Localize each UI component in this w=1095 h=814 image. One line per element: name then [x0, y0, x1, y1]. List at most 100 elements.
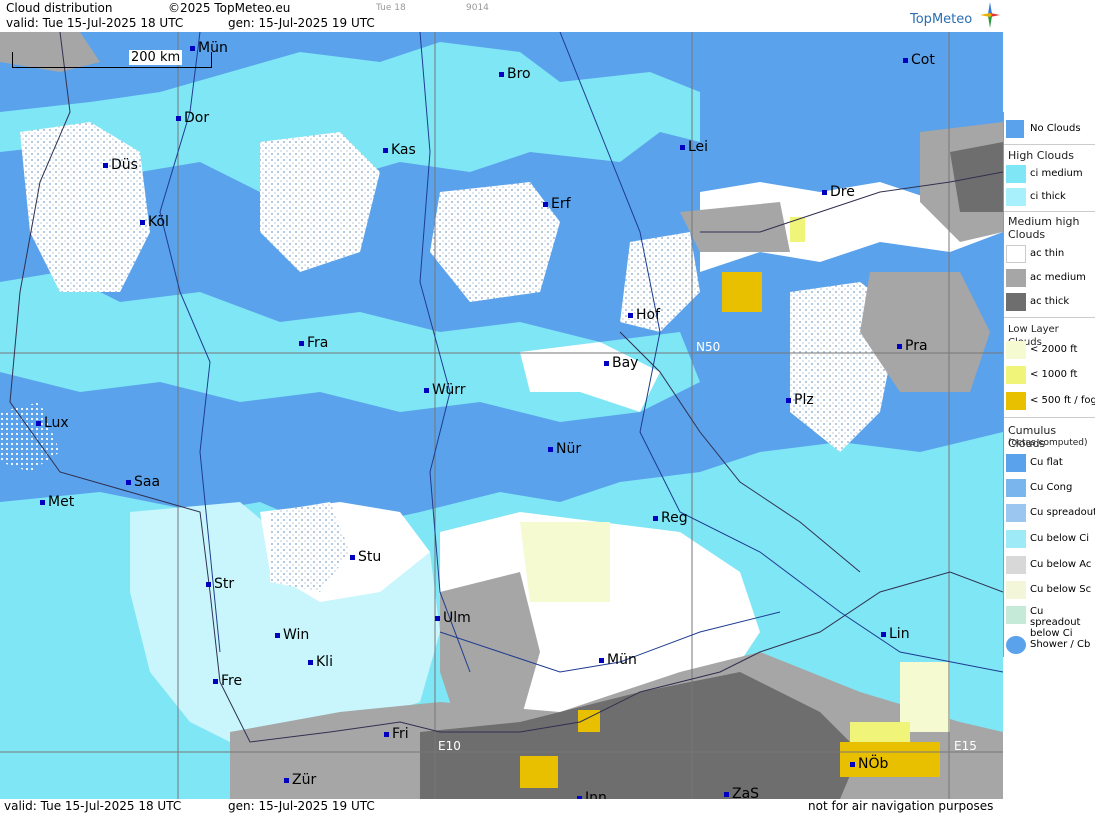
city-marker-icon: [176, 115, 181, 121]
navigation-disclaimer: not for air navigation purposes: [808, 799, 994, 813]
city-name: Plz: [794, 392, 814, 408]
city-marker-icon: [822, 189, 827, 195]
scale-bar: 200 km: [12, 50, 212, 68]
city-name: Dor: [184, 110, 210, 126]
city-label: Bro: [499, 66, 531, 82]
valid-time: valid: Tue 15-Jul-2025 18 UTC: [6, 16, 184, 30]
city-name: Hof: [636, 307, 661, 323]
city-marker-icon: [140, 219, 145, 225]
city-label: Würr: [424, 382, 465, 398]
city-name: Düs: [111, 157, 138, 173]
grid-label-n50: N50: [696, 340, 721, 354]
city-name: Lin: [889, 626, 910, 642]
city-name: ZaS: [732, 786, 760, 799]
cloud-layer: [0, 32, 1003, 799]
city-label: Lux: [36, 415, 69, 431]
legend-swatch-cu-cong: [1006, 479, 1026, 497]
legend-label-ac-thin: ac thin: [1030, 248, 1065, 259]
footer-generated-time: gen: 15-Jul-2025 19 UTC: [228, 799, 375, 813]
cumulus-region-west: [20, 122, 150, 292]
city-name: Reg: [661, 510, 688, 526]
map-footer: valid: Tue 15-Jul-2025 18 UTC gen: 15-Ju…: [0, 799, 1003, 814]
city-label: Inn: [577, 790, 607, 799]
topmeteo-logo[interactable]: TopMeteo: [910, 12, 972, 27]
legend-swatch-low-1000: [1006, 366, 1026, 384]
city-label: Met: [40, 494, 74, 510]
legend-label-ci-thick: ci thick: [1030, 191, 1066, 202]
legend-swatch-cu-below-sc: [1006, 581, 1026, 599]
city-marker-icon: [126, 479, 131, 485]
legend-ci-thick: ci thick: [1004, 186, 1095, 208]
legend-label-ci-medium: ci medium: [1030, 168, 1083, 179]
city-label: NÖb: [850, 756, 888, 772]
legend-cu-below-ci: Cu below Ci: [1004, 528, 1095, 550]
low-cloud-2000-south: [520, 522, 610, 602]
legend-swatch-ci-thick: [1006, 188, 1026, 206]
city-name: Ulm: [443, 610, 471, 626]
legend-cu-below-sc: Cu below Sc: [1004, 579, 1095, 601]
city-marker-icon: [40, 499, 45, 505]
city-label: Reg: [653, 510, 688, 526]
legend-heading-medium: Medium high Clouds: [1008, 215, 1080, 241]
low-cloud-500-alps-b: [520, 756, 558, 788]
city-marker-icon: [275, 632, 280, 638]
chart-title: Cloud distribution: [6, 1, 113, 15]
legend-swatch-cu-spread: [1006, 504, 1026, 522]
copyright-text: ©2025 TopMeteo.eu: [168, 1, 291, 15]
legend-shower: Shower / Cb: [1004, 634, 1095, 656]
city-name: Inn: [585, 790, 607, 799]
scale-label: 200 km: [129, 50, 183, 65]
legend-low-1000: < 1000 ft: [1004, 364, 1095, 386]
city-marker-icon: [903, 57, 908, 63]
city-marker-icon: [850, 761, 855, 767]
city-name: Erf: [551, 196, 571, 212]
city-name: NÖb: [858, 756, 889, 772]
cloud-map[interactable]: 200 km N50 E10 E15 Mün Bro Cot Dor Kas Lei Düs…: [0, 32, 1003, 799]
legend-label-cu-cong: Cu Cong: [1030, 482, 1073, 493]
grid-label-e15: E15: [954, 739, 977, 753]
city-marker-icon: [897, 343, 902, 349]
city-marker-icon: [881, 631, 886, 637]
day-tab[interactable]: Tue 18: [376, 3, 406, 13]
city-marker-icon: [103, 162, 108, 168]
city-name: Bay: [612, 355, 639, 371]
low-cloud-2000-east: [900, 662, 950, 732]
city-name: Pra: [905, 338, 928, 354]
city-name: Met: [48, 494, 75, 510]
city-name: Stu: [358, 549, 382, 565]
legend-low-500: < 500 ft / fog: [1004, 390, 1095, 412]
city-name: Köl: [148, 214, 169, 230]
city-marker-icon: [213, 678, 218, 684]
city-label: Stu: [350, 549, 381, 565]
city-label: Saa: [126, 474, 160, 490]
footer-valid-time: valid: Tue 15-Jul-2025 18 UTC: [4, 799, 182, 813]
city-label: Erf: [543, 196, 571, 212]
city-marker-icon: [299, 340, 304, 346]
legend-swatch-shower: [1006, 636, 1026, 654]
cumulus-region-east: [430, 182, 560, 302]
low-cloud-500-hof: [722, 272, 762, 312]
city-label: Lei: [680, 139, 708, 155]
city-marker-icon: [599, 657, 604, 663]
city-label: Pra: [897, 338, 928, 354]
city-marker-icon: [308, 659, 313, 665]
city-label: Mün: [190, 40, 228, 56]
legend-cu-spread: Cu spreadout: [1004, 502, 1095, 524]
legend-label-ac-thick: ac thick: [1030, 296, 1070, 307]
city-marker-icon: [680, 144, 685, 150]
city-label: Fra: [299, 335, 328, 351]
city-label: Str: [206, 576, 234, 592]
city-marker-icon: [384, 731, 389, 737]
legend-ac-medium: ac medium: [1004, 267, 1095, 289]
legend-label-cu-spread: Cu spreadout: [1030, 507, 1095, 518]
legend-swatch-no-clouds: [1006, 120, 1024, 138]
legend-swatch-ci-medium: [1006, 165, 1026, 183]
legend-swatch-ac-medium: [1006, 269, 1026, 287]
legend-panel: No Clouds High Clouds ci medium ci thick…: [1003, 112, 1095, 657]
city-name: Mün: [198, 40, 228, 56]
city-marker-icon: [724, 791, 729, 797]
city-label: Bay: [604, 355, 638, 371]
city-label: Kas: [383, 142, 416, 158]
generated-time: gen: 15-Jul-2025 19 UTC: [228, 16, 375, 30]
city-name: Kas: [391, 142, 416, 158]
